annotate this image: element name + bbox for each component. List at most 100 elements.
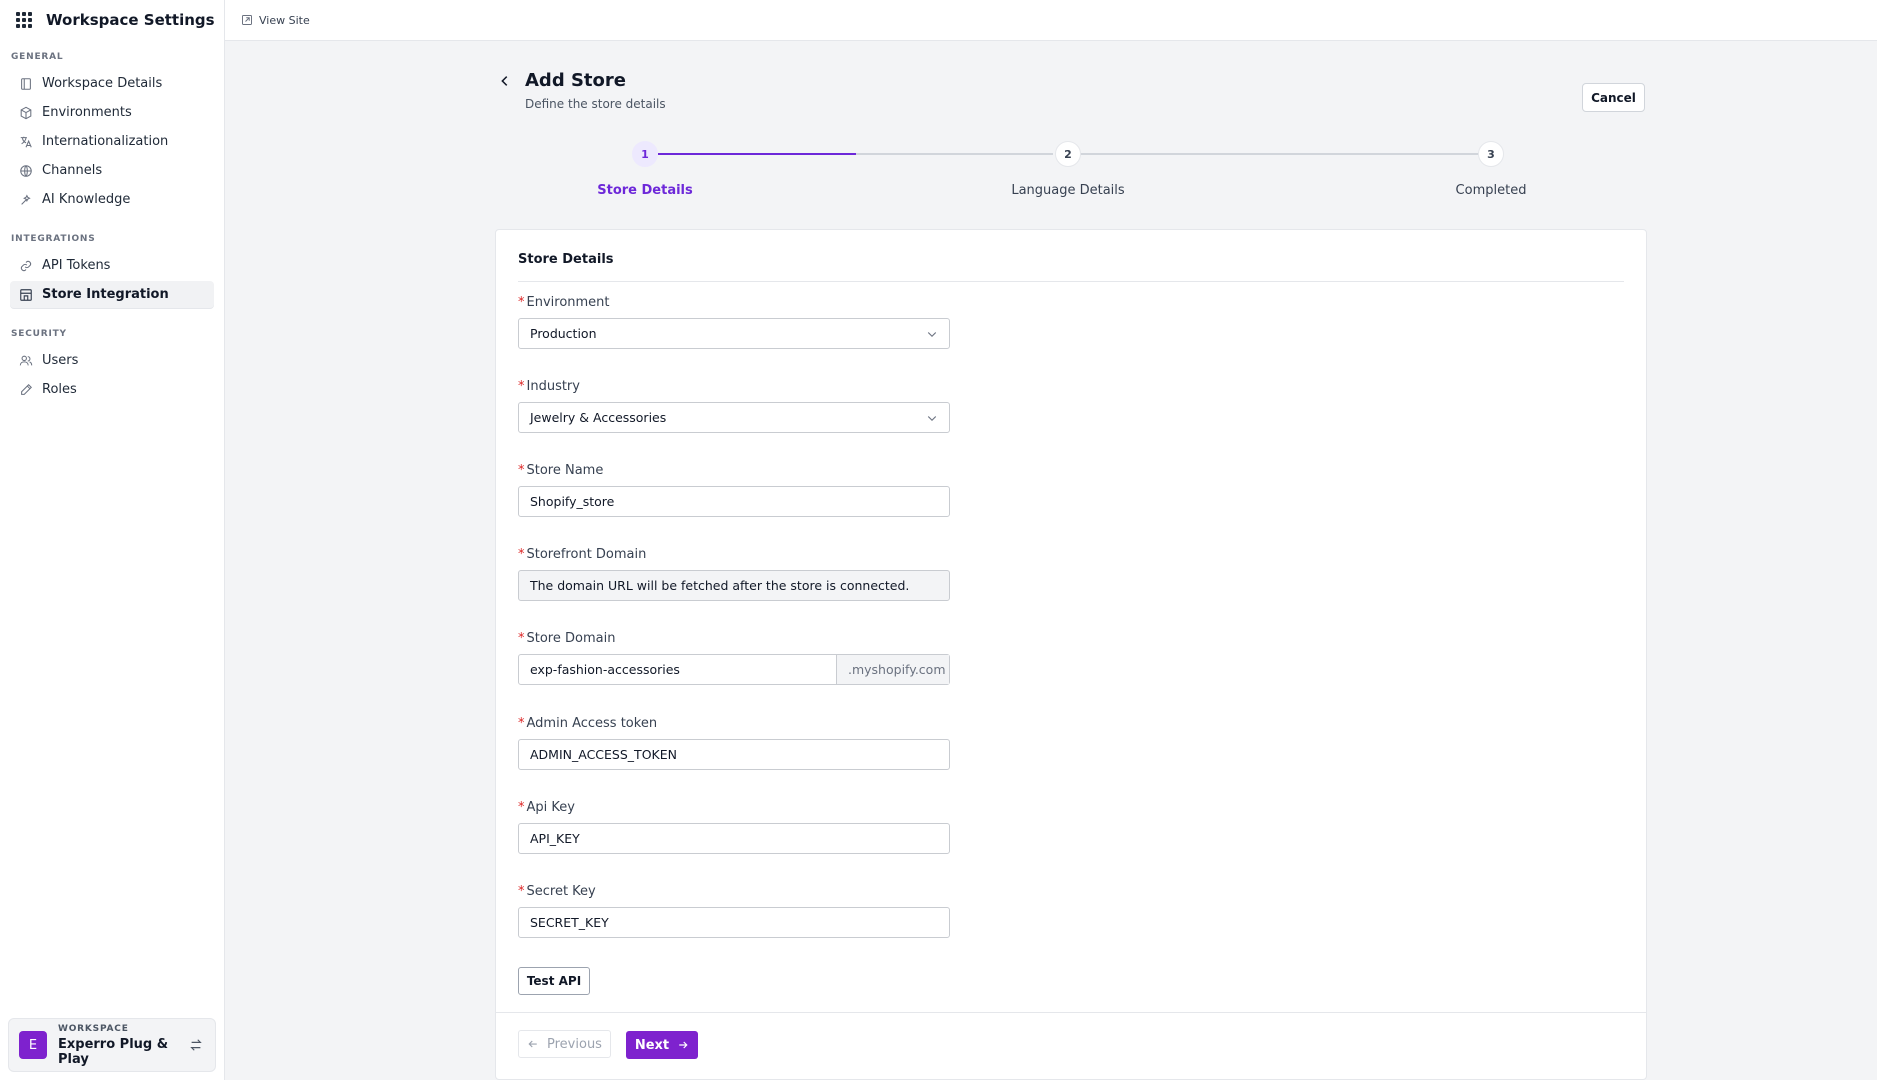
required-asterisk: * xyxy=(518,631,525,646)
previous-label: Previous xyxy=(547,1036,602,1052)
environment-value: Production xyxy=(530,326,597,341)
step-line xyxy=(1079,153,1480,155)
pencil-icon xyxy=(21,383,32,395)
cancel-button[interactable]: Cancel xyxy=(1582,83,1645,112)
view-site-label: View Site xyxy=(259,13,310,27)
chevron-left-icon xyxy=(501,76,508,86)
environment-field: * Environment Production xyxy=(518,294,950,349)
step-progress-line xyxy=(658,153,856,155)
sidebar-item-roles[interactable]: Roles xyxy=(10,376,214,403)
divider xyxy=(518,281,1624,282)
required-asterisk: * xyxy=(518,463,525,478)
industry-value: Jewelry & Accessories xyxy=(530,410,667,425)
document-icon xyxy=(21,77,31,90)
section-label-integrations: INTEGRATIONS xyxy=(11,234,96,244)
arrow-right-icon xyxy=(679,1041,688,1049)
sidebar-item-store-integration[interactable]: Store Integration xyxy=(10,281,214,308)
industry-select[interactable]: Jewelry & Accessories xyxy=(518,402,950,433)
api-key-value: API_KEY xyxy=(530,831,580,846)
globe-icon xyxy=(20,164,32,177)
cube-icon xyxy=(20,106,32,119)
api-key-field: * Api Key API_KEY xyxy=(518,799,950,854)
sidebar: Workspace Settings GENERAL Workspace Det… xyxy=(0,0,225,1080)
field-label: * Environment xyxy=(518,294,950,312)
switch-arrows-icon[interactable] xyxy=(189,1038,203,1052)
chevron-down-icon xyxy=(927,332,937,338)
step-2-circle: 2 xyxy=(1055,141,1081,167)
field-label: * Industry xyxy=(518,378,950,396)
step-3-circle: 3 xyxy=(1478,141,1504,167)
admin-token-input[interactable]: ADMIN_ACCESS_TOKEN xyxy=(518,739,950,770)
required-asterisk: * xyxy=(518,884,525,899)
sidebar-item-label: API Tokens xyxy=(42,258,111,273)
test-api-button[interactable]: Test API xyxy=(518,967,590,995)
workspace-info: WORKSPACE Experro Plug & Play xyxy=(58,1024,189,1067)
page-subtitle: Define the store details xyxy=(525,97,666,111)
workspace-switcher[interactable]: E WORKSPACE Experro Plug & Play xyxy=(8,1018,216,1072)
sidebar-title: Workspace Settings xyxy=(46,11,215,29)
sidebar-item-users[interactable]: Users xyxy=(10,347,214,374)
sidebar-item-api-tokens[interactable]: API Tokens xyxy=(10,252,214,279)
store-details-card: Store Details * Environment Production * I… xyxy=(495,229,1647,1080)
workspace-label: WORKSPACE xyxy=(58,1023,129,1034)
sidebar-item-internationalization[interactable]: Internationalization xyxy=(10,128,214,155)
sidebar-item-label: Internationalization xyxy=(42,134,169,149)
store-name-input[interactable]: Shopify_store xyxy=(518,486,950,517)
secret-key-label: Secret Key xyxy=(526,884,596,899)
required-asterisk: * xyxy=(518,379,525,394)
store-name-field: * Store Name Shopify_store xyxy=(518,462,950,517)
sidebar-item-environments[interactable]: Environments xyxy=(10,99,214,126)
store-domain-input[interactable]: exp-fashion-accessories xyxy=(519,655,836,684)
back-button[interactable] xyxy=(495,71,515,91)
sidebar-header: Workspace Settings xyxy=(0,0,224,40)
page-header: Add Store Define the store details Cance… xyxy=(495,61,1645,121)
field-label: * Secret Key xyxy=(518,883,950,901)
page-title: Add Store xyxy=(525,70,626,91)
next-button[interactable]: Next xyxy=(626,1031,698,1059)
step-1-label: Store Details xyxy=(597,183,693,198)
store-name-label: Store Name xyxy=(526,463,604,478)
store-domain-suffix: .myshopify.com xyxy=(836,655,949,684)
step-3-label: Completed xyxy=(1455,183,1527,198)
apps-grid-icon[interactable] xyxy=(16,12,32,28)
sparkle-icon xyxy=(21,193,31,205)
api-key-input[interactable]: API_KEY xyxy=(518,823,950,854)
previous-button[interactable]: Previous xyxy=(518,1030,611,1058)
store-domain-label: Store Domain xyxy=(526,631,616,646)
sidebar-item-label: Store Integration xyxy=(42,287,169,302)
step-2-label: Language Details xyxy=(1011,183,1125,198)
admin-token-field: * Admin Access token ADMIN_ACCESS_TOKEN xyxy=(518,715,950,770)
workspace-name: Experro Plug & Play xyxy=(58,1036,169,1067)
chevron-down-icon xyxy=(927,416,937,422)
environment-label: Environment xyxy=(526,295,610,310)
view-site-link[interactable]: View Site xyxy=(241,14,310,27)
sidebar-item-label: Users xyxy=(42,353,79,368)
external-link-icon xyxy=(242,15,252,25)
field-label: * Store Domain xyxy=(518,630,950,648)
sidebar-item-workspace-details[interactable]: Workspace Details xyxy=(10,70,214,97)
sidebar-item-label: Roles xyxy=(42,382,77,397)
environment-select[interactable]: Production xyxy=(518,318,950,349)
required-asterisk: * xyxy=(518,800,525,815)
required-asterisk: * xyxy=(518,295,525,310)
step-line xyxy=(856,153,1053,155)
section-label-general: GENERAL xyxy=(11,52,64,62)
industry-field: * Industry Jewelry & Accessories xyxy=(518,378,950,433)
field-label: * Admin Access token xyxy=(518,715,950,733)
admin-token-label: Admin Access token xyxy=(526,716,658,731)
required-asterisk: * xyxy=(518,716,525,731)
storefront-domain-field: * Storefront Domain The domain URL will b… xyxy=(518,546,950,601)
store-icon xyxy=(20,288,32,301)
next-label: Next xyxy=(634,1037,670,1053)
store-domain-field: * Store Domain exp-fashion-accessories .m… xyxy=(518,630,950,685)
arrow-left-icon xyxy=(528,1040,537,1048)
link-icon xyxy=(20,260,32,271)
section-label-security: SECURITY xyxy=(11,329,67,339)
sidebar-item-label: Channels xyxy=(42,163,103,178)
required-asterisk: * xyxy=(518,547,525,562)
sidebar-item-ai-knowledge[interactable]: AI Knowledge xyxy=(10,186,214,213)
storefront-domain-input: The domain URL will be fetched after the… xyxy=(518,570,950,601)
sidebar-item-channels[interactable]: Channels xyxy=(10,157,214,184)
sidebar-item-label: Workspace Details xyxy=(42,76,163,91)
secret-key-input[interactable]: SECRET_KEY xyxy=(518,907,950,938)
